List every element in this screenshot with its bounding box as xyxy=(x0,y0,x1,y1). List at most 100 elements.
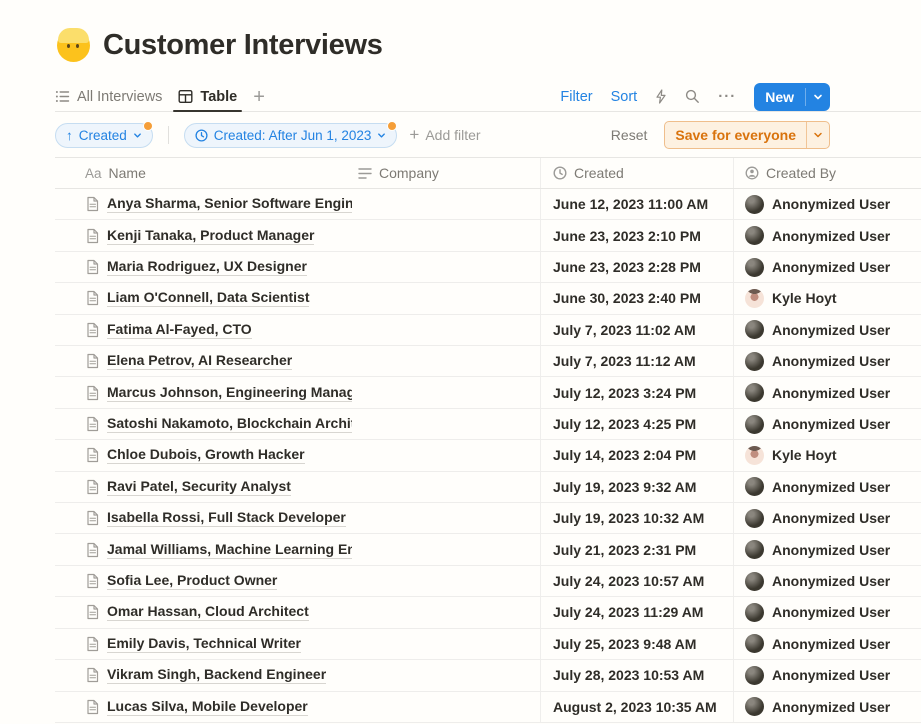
row-company-cell[interactable] xyxy=(352,629,540,659)
column-header-created-by[interactable]: Created By xyxy=(733,158,921,188)
row-created-by-cell: Anonymized User xyxy=(733,566,921,596)
row-name-cell[interactable]: Sofia Lee, Product Owner xyxy=(55,566,352,596)
row-name[interactable]: Fatima Al-Fayed, CTO xyxy=(107,321,252,339)
reset-button[interactable]: Reset xyxy=(611,127,648,143)
table-row: Satoshi Nakamoto, Blockchain Archite Jul… xyxy=(55,409,921,440)
row-name[interactable]: Elena Petrov, AI Researcher xyxy=(107,352,292,370)
filter-sort-bar: ↑ Created Created: After Jun 1, 2023 + A… xyxy=(55,121,830,149)
tab-all-interviews[interactable]: All Interviews xyxy=(55,82,162,111)
column-header-company[interactable]: Company xyxy=(352,158,540,188)
table-body: Anya Sharma, Senior Software Engine June… xyxy=(55,189,921,723)
row-name-cell[interactable]: Kenji Tanaka, Product Manager xyxy=(55,220,352,250)
row-name-cell[interactable]: Marcus Johnson, Engineering Manage xyxy=(55,377,352,407)
row-company-cell[interactable] xyxy=(352,283,540,313)
row-name-cell[interactable]: Satoshi Nakamoto, Blockchain Archite xyxy=(55,409,352,439)
page-title: Customer Interviews xyxy=(103,26,383,64)
row-created-by-cell: Anonymized User xyxy=(733,472,921,502)
row-name-cell[interactable]: Anya Sharma, Senior Software Engine xyxy=(55,189,352,219)
save-button-label[interactable]: Save for everyone xyxy=(665,122,806,148)
row-name[interactable]: Ravi Patel, Security Analyst xyxy=(107,478,291,496)
row-company-cell[interactable] xyxy=(352,346,540,376)
row-name[interactable]: Anya Sharma, Senior Software Engine xyxy=(107,195,352,213)
row-company-cell[interactable] xyxy=(352,220,540,250)
column-header-created[interactable]: Created xyxy=(540,158,733,188)
row-name[interactable]: Isabella Rossi, Full Stack Developer xyxy=(107,509,346,527)
row-name[interactable]: Emily Davis, Technical Writer xyxy=(107,635,301,653)
page-icon xyxy=(85,416,100,432)
row-name[interactable]: Lucas Silva, Mobile Developer xyxy=(107,698,308,716)
page-icon xyxy=(85,322,100,338)
row-company-cell[interactable] xyxy=(352,252,540,282)
add-view-button[interactable]: + xyxy=(253,87,265,107)
new-button[interactable]: New xyxy=(754,83,830,111)
row-name-cell[interactable]: Vikram Singh, Backend Engineer xyxy=(55,660,352,690)
column-header-name[interactable]: Aa Name xyxy=(55,158,352,188)
row-company-cell[interactable] xyxy=(352,566,540,596)
row-created-by-cell: Anonymized User xyxy=(733,409,921,439)
tab-label: Table xyxy=(200,89,237,105)
row-created-by: Anonymized User xyxy=(772,385,890,401)
table-row: Anya Sharma, Senior Software Engine June… xyxy=(55,189,921,220)
row-company-cell[interactable] xyxy=(352,409,540,439)
row-created-by-cell: Kyle Hoyt xyxy=(733,283,921,313)
row-name-cell[interactable]: Liam O'Connell, Data Scientist xyxy=(55,283,352,313)
row-company-cell[interactable] xyxy=(352,692,540,722)
row-name[interactable]: Satoshi Nakamoto, Blockchain Archite xyxy=(107,415,352,433)
row-name[interactable]: Kenji Tanaka, Product Manager xyxy=(107,227,314,245)
row-created-cell: July 28, 2023 10:53 AM xyxy=(540,660,733,690)
row-name[interactable]: Vikram Singh, Backend Engineer xyxy=(107,666,326,684)
row-name-cell[interactable]: Lucas Silva, Mobile Developer xyxy=(55,692,352,722)
row-company-cell[interactable] xyxy=(352,534,540,564)
save-dropdown-button[interactable] xyxy=(807,122,829,148)
row-name-cell[interactable]: Maria Rodriguez, UX Designer xyxy=(55,252,352,282)
row-name-cell[interactable]: Fatima Al-Fayed, CTO xyxy=(55,315,352,345)
row-company-cell[interactable] xyxy=(352,472,540,502)
sort-button[interactable]: Sort xyxy=(611,89,638,105)
more-options-button[interactable]: ··· xyxy=(718,88,736,105)
row-name-cell[interactable]: Emily Davis, Technical Writer xyxy=(55,629,352,659)
save-for-everyone-button[interactable]: Save for everyone xyxy=(664,121,830,149)
row-created-by-cell: Anonymized User xyxy=(733,315,921,345)
row-created-by: Kyle Hoyt xyxy=(772,447,837,463)
user-avatar xyxy=(745,415,764,434)
new-button-label[interactable]: New xyxy=(754,83,805,111)
page-icon xyxy=(85,290,100,306)
row-company-cell[interactable] xyxy=(352,377,540,407)
row-company-cell[interactable] xyxy=(352,315,540,345)
search-icon[interactable] xyxy=(685,89,700,104)
row-name-cell[interactable]: Omar Hassan, Cloud Architect xyxy=(55,597,352,627)
add-filter-label: Add filter xyxy=(425,127,480,143)
row-name[interactable]: Omar Hassan, Cloud Architect xyxy=(107,603,309,621)
row-company-cell[interactable] xyxy=(352,189,540,219)
row-name-cell[interactable]: Isabella Rossi, Full Stack Developer xyxy=(55,503,352,533)
row-name[interactable]: Liam O'Connell, Data Scientist xyxy=(107,289,309,307)
new-dropdown-button[interactable] xyxy=(806,83,830,111)
row-company-cell[interactable] xyxy=(352,597,540,627)
modified-badge xyxy=(387,121,397,131)
row-name[interactable]: Sofia Lee, Product Owner xyxy=(107,572,277,590)
row-name[interactable]: Maria Rodriguez, UX Designer xyxy=(107,258,307,276)
row-name-cell[interactable]: Jamal Williams, Machine Learning Eng xyxy=(55,534,352,564)
row-name-cell[interactable]: Elena Petrov, AI Researcher xyxy=(55,346,352,376)
row-created-by: Kyle Hoyt xyxy=(772,290,837,306)
add-filter-button[interactable]: + Add filter xyxy=(409,127,480,143)
row-name[interactable]: Jamal Williams, Machine Learning Eng xyxy=(107,541,352,559)
row-name[interactable]: Marcus Johnson, Engineering Manage xyxy=(107,384,352,402)
column-label: Company xyxy=(379,165,439,181)
row-created-cell: July 24, 2023 10:57 AM xyxy=(540,566,733,596)
filter-button[interactable]: Filter xyxy=(560,89,592,105)
page-icon xyxy=(85,542,100,558)
row-created-by-cell: Anonymized User xyxy=(733,377,921,407)
row-company-cell[interactable] xyxy=(352,660,540,690)
list-view-icon xyxy=(55,89,70,104)
row-name-cell[interactable]: Chloe Dubois, Growth Hacker xyxy=(55,440,352,470)
filter-pill-label: Created: After Jun 1, 2023 xyxy=(214,128,372,143)
row-company-cell[interactable] xyxy=(352,503,540,533)
bolt-icon[interactable] xyxy=(655,89,667,104)
sort-pill-created[interactable]: ↑ Created xyxy=(55,123,153,148)
row-name[interactable]: Chloe Dubois, Growth Hacker xyxy=(107,446,305,464)
row-name-cell[interactable]: Ravi Patel, Security Analyst xyxy=(55,472,352,502)
row-company-cell[interactable] xyxy=(352,440,540,470)
filter-pill-created-after[interactable]: Created: After Jun 1, 2023 xyxy=(184,123,398,148)
tab-table[interactable]: Table xyxy=(178,82,237,111)
